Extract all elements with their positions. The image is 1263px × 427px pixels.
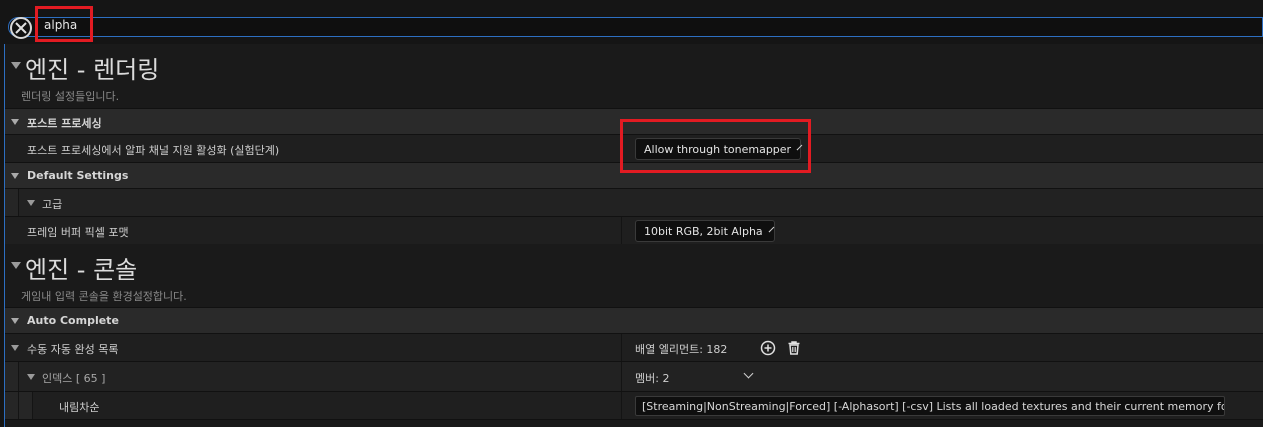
array-elements-count: 배열 엘리먼트: 182 [635, 343, 728, 356]
collapse-triangle-icon[interactable] [27, 200, 35, 206]
search-input[interactable] [8, 17, 1263, 37]
section-subtitle: 렌더링 설정들입니다. [21, 90, 120, 103]
section-title: 엔진 - 렌더링 [25, 56, 160, 84]
collapse-triangle-icon[interactable] [11, 119, 19, 125]
dropdown-highlight [620, 119, 811, 173]
section-console[interactable]: 엔진 - 콘솔 게임내 입력 콘솔을 환경설정합니다. [5, 244, 1263, 304]
collapse-triangle-icon[interactable] [27, 374, 35, 380]
collapse-triangle-icon[interactable] [11, 262, 21, 269]
trash-icon[interactable] [786, 340, 802, 356]
search-highlight [35, 6, 93, 42]
details-panel: 엔진 - 렌더링 렌더링 설정들입니다. 포스트 프로세싱 포스트 프로세싱에서… [4, 44, 1263, 427]
advanced-group[interactable]: 고급 [5, 188, 1263, 216]
property-row-manual-list: 수동 자동 완성 목록 배열 엘리먼트: 182 [5, 333, 1263, 361]
category-auto-complete[interactable]: Auto Complete [5, 307, 1263, 333]
column-divider[interactable] [621, 334, 622, 361]
plus-circle-icon[interactable] [760, 340, 776, 356]
category-label: Default Settings [27, 169, 129, 182]
section-rendering[interactable]: 엔진 - 렌더링 렌더링 설정들입니다. [5, 44, 1263, 104]
indent-bar [5, 362, 19, 391]
index-label: 인덱스 [ 65 ] [42, 372, 106, 385]
collapse-triangle-icon[interactable] [11, 318, 19, 324]
array-index-row: 인덱스 [ 65 ] 멤버: 2 [5, 361, 1263, 391]
indent-bar [19, 392, 33, 419]
group-label: 고급 [42, 198, 63, 211]
command-text-field[interactable]: [Streaming|NonStreaming|Forced] [-Alphas… [635, 396, 1225, 416]
panel-bottom [5, 419, 1263, 427]
property-label: 수동 자동 완성 목록 [27, 343, 119, 356]
category-label: 포스트 프로세싱 [27, 117, 102, 130]
pixel-format-dropdown[interactable]: 10bit RGB, 2bit Alpha [635, 220, 775, 242]
collapse-triangle-icon[interactable] [11, 345, 19, 351]
chevron-down-icon[interactable] [743, 368, 754, 379]
property-label: 프레임 버퍼 픽셀 포맷 [27, 226, 129, 239]
property-row-pixel-format: 프레임 버퍼 픽셀 포맷 10bit RGB, 2bit Alpha [5, 216, 1263, 244]
column-divider[interactable] [621, 362, 622, 391]
category-label: Auto Complete [27, 314, 119, 327]
indent-bar [5, 392, 19, 419]
column-divider[interactable] [621, 217, 622, 244]
property-label: 포스트 프로세싱에서 알파 채널 지원 활성화 (실험단계) [27, 144, 280, 157]
section-subtitle: 게임내 입력 콘솔을 환경설정합니다. [21, 290, 187, 303]
property-row-sort: 내림차순 [Streaming|NonStreaming|Forced] [-A… [5, 391, 1263, 419]
dropdown-value: 10bit RGB, 2bit Alpha [644, 224, 763, 238]
members-count: 멤버: 2 [635, 372, 670, 385]
section-title: 엔진 - 콘솔 [25, 256, 138, 284]
property-label: 내림차순 [59, 401, 100, 414]
column-divider[interactable] [621, 392, 622, 419]
close-icon[interactable] [10, 17, 32, 39]
collapse-triangle-icon[interactable] [11, 173, 19, 179]
indent-bar [5, 189, 19, 216]
collapse-triangle-icon[interactable] [11, 62, 21, 69]
search-bar: alpha [0, 0, 1263, 44]
chevron-down-icon [768, 226, 775, 232]
